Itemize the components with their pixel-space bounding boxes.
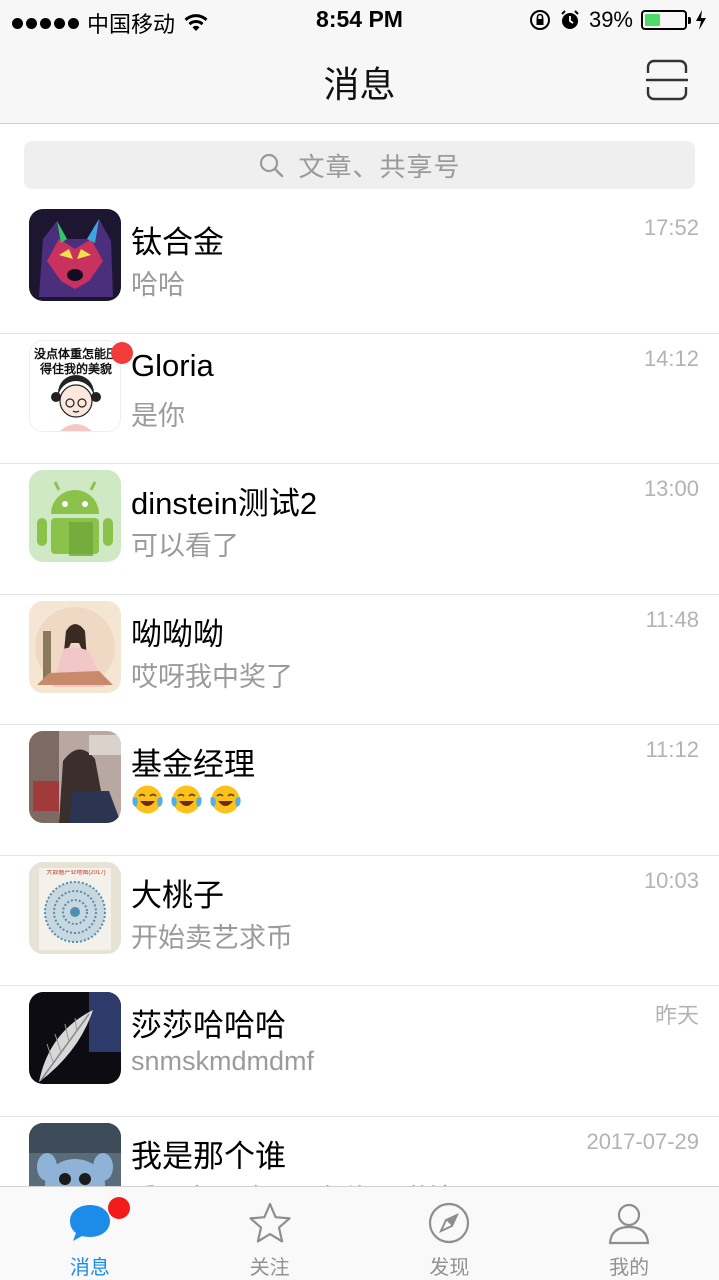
cartoon-girl-avatar: 没点体重怎能压得住我的美貌 [29, 339, 121, 432]
chat-row[interactable]: 我是那个谁 重回东异路，一起海王道境 2017-07-29 [0, 1117, 719, 1187]
alarm-icon [561, 10, 579, 29]
tab-label: 关注 [249, 1257, 290, 1279]
tab-label: 消息 [69, 1257, 110, 1279]
chat-time: 11:48 [645, 606, 699, 632]
chat-time: 10:03 [643, 867, 699, 893]
chat-name: 钛合金 [131, 225, 224, 260]
chat-preview: snmskmdmdmf [131, 1046, 315, 1076]
chat-name: 大桃子 [131, 877, 224, 913]
chat-name: dinstein测试2 [131, 486, 318, 521]
chat-bubble-icon [69, 1205, 110, 1241]
chat-preview: 重回东异路，一起海王道境 [131, 1177, 455, 1187]
photo-woman-avatar [29, 731, 121, 823]
chat-preview-emoji [131, 783, 242, 816]
compass-icon [429, 1202, 470, 1244]
unread-badge [111, 341, 133, 364]
chat-preview: 哎呀我中奖了 [131, 661, 293, 692]
poster-avatar: 大数据产业地图(2017) [29, 861, 121, 954]
chat-time: 2017-07-29 [586, 1128, 699, 1154]
chat-preview: 哈哈 [131, 270, 185, 300]
chat-time: 13:00 [643, 476, 699, 501]
user-icon [609, 1203, 650, 1245]
chat-row[interactable]: 呦呦呦 哎呀我中奖了 11:48 [0, 595, 719, 725]
chat-time: 昨天 [654, 1003, 699, 1028]
chat-row[interactable]: dinstein测试2 可以看了 13:00 [0, 464, 719, 595]
painting-avatar [29, 600, 121, 693]
battery-percent: 39% [588, 7, 633, 32]
chat-row[interactable]: 基金经理 11:12 [0, 725, 719, 856]
charging-icon [696, 10, 706, 30]
chat-name: 莎莎哈哈哈 [131, 1008, 286, 1043]
scan-icon[interactable] [645, 58, 689, 102]
chat-time: 14:12 [643, 345, 699, 371]
search-input[interactable]: 文章、共享号 [24, 141, 695, 189]
chat-preview: 开始卖艺求币 [131, 922, 293, 953]
plush-toy-avatar [29, 1122, 121, 1186]
tab-label: 我的 [609, 1257, 650, 1279]
chat-row[interactable]: 没点体重怎能压得住我的美貌 Gloria 是你 14:12 [0, 334, 719, 464]
chat-name: 我是那个谁 [131, 1138, 286, 1174]
chat-name: 呦呦呦 [131, 616, 224, 652]
battery-icon [641, 10, 691, 30]
nav-bar: 消息 [0, 40, 719, 124]
search-area: 文章、共享号 [0, 125, 719, 203]
tab-me[interactable]: 我的 [539, 1187, 719, 1280]
tab-label: 发现 [429, 1257, 470, 1279]
husky-avatar [29, 209, 121, 301]
status-bar: 中国移动 8:54 PM 39% [0, 0, 719, 40]
tab-bar: 消息 关注 发现 我的 [0, 1186, 719, 1280]
search-placeholder: 文章、共享号 [298, 151, 461, 182]
tab-unread-badge [108, 1197, 130, 1219]
chat-list: 钛合金 哈哈 17:52 没点体重怎能压得住我的美貌 Gloria 是你 14:… [0, 203, 719, 1186]
chat-row[interactable]: 莎莎哈哈哈 snmskmdmdmf 昨天 [0, 986, 719, 1117]
chat-row[interactable]: 钛合金 哈哈 17:52 [0, 203, 719, 334]
battery-fill [645, 14, 660, 26]
tears-of-joy-emoji [210, 785, 241, 814]
chat-row[interactable]: 大数据产业地图(2017) 大桃子 开始卖艺求币 10:03 [0, 856, 719, 986]
star-icon [249, 1202, 291, 1243]
tab-messages[interactable]: 消息 [0, 1187, 180, 1280]
tears-of-joy-emoji [132, 785, 163, 814]
messages-screen: 中国移动 8:54 PM 39% 消息 文章、共享号 钛合金 哈哈 17:52 … [0, 0, 719, 1280]
avatar-caption: 没点体重怎能压得住我的美貌 [34, 346, 119, 376]
chat-name: 基金经理 [131, 747, 255, 782]
chat-time: 11:12 [645, 737, 699, 762]
page-title: 消息 [323, 64, 396, 105]
chat-preview: 是你 [131, 400, 185, 431]
orientation-lock-icon [529, 10, 550, 30]
chat-preview: 可以看了 [131, 531, 239, 561]
android-avatar [29, 470, 121, 562]
chat-time: 17:52 [643, 215, 699, 240]
chat-name: Gloria [131, 347, 214, 383]
tab-following[interactable]: 关注 [180, 1187, 360, 1280]
avatar-caption: 大数据产业地图(2017) [46, 869, 106, 876]
search-icon [260, 153, 284, 178]
feather-avatar [29, 992, 121, 1084]
tab-discover[interactable]: 发现 [360, 1187, 540, 1280]
tears-of-joy-emoji [171, 785, 202, 814]
status-right: 39% [529, 7, 707, 33]
